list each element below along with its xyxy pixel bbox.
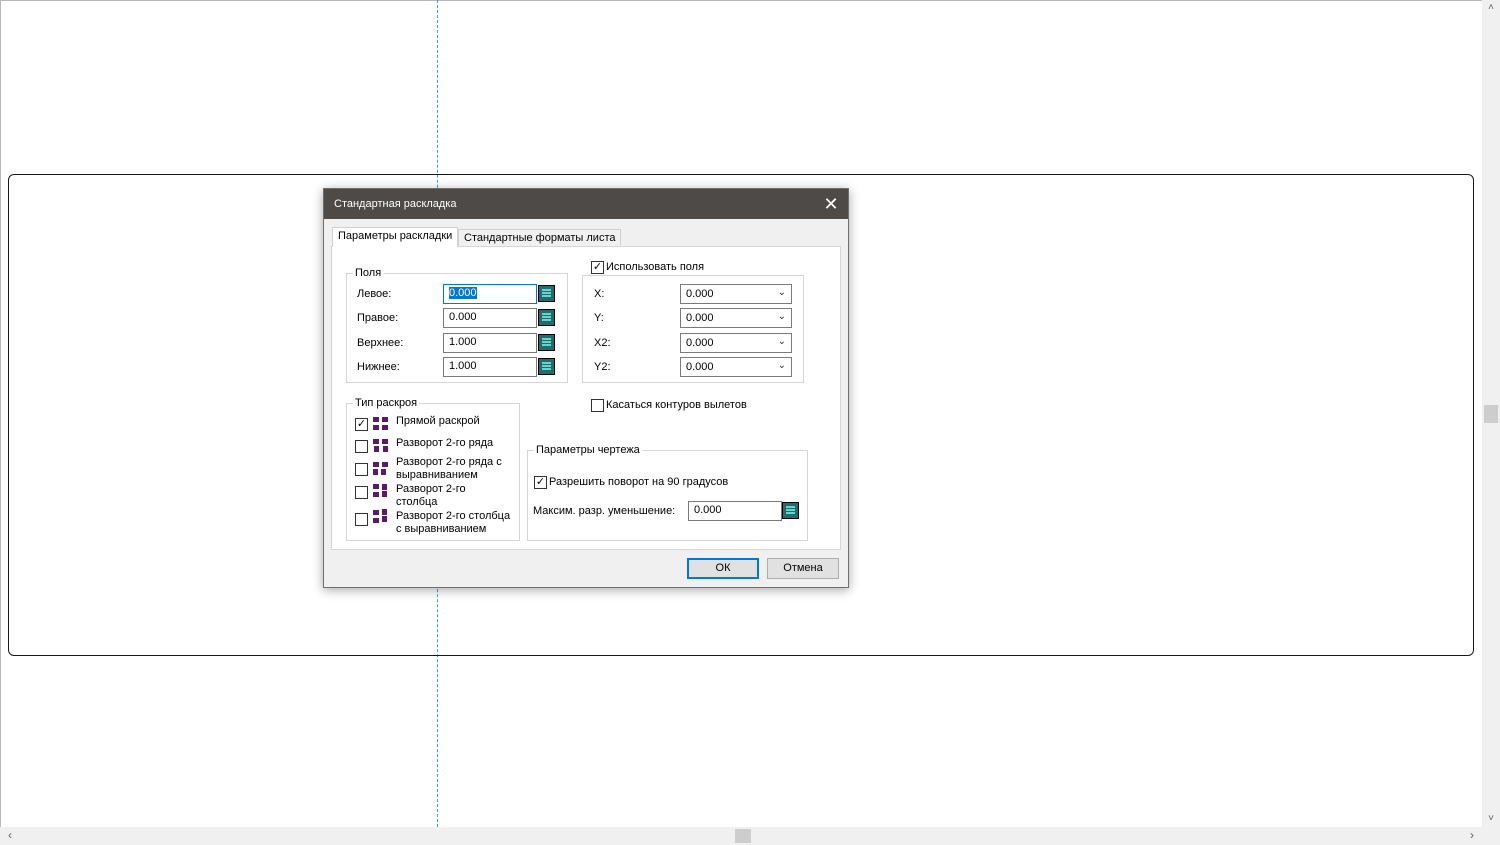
scroll-down-icon[interactable]: ˅: [1482, 811, 1500, 827]
row2-turn-label: Разворот 2-го ряда: [396, 437, 494, 449]
chevron-down-icon: ⌄: [777, 360, 786, 371]
row2-align-icon: [373, 462, 388, 475]
y2-combo[interactable]: 0.000 ⌄: [680, 357, 792, 377]
scroll-right-icon[interactable]: ›: [1464, 827, 1480, 845]
col2-align-label-line2: с выравниванием: [396, 523, 487, 535]
col2-turn-icon: [373, 484, 387, 497]
chevron-down-icon: ⌄: [777, 336, 786, 347]
col2-turn-label-line1: Разворот 2-го: [396, 483, 466, 495]
col2-turn-checkbox[interactable]: [355, 486, 368, 499]
touch-contours-checkbox[interactable]: [591, 399, 604, 412]
x2-combo[interactable]: 0.000 ⌄: [680, 333, 792, 353]
calculator-icon[interactable]: [538, 285, 555, 302]
max-reduction-input[interactable]: 0.000: [688, 501, 782, 521]
chevron-down-icon: ⌄: [777, 287, 786, 298]
direct-cut-checkbox[interactable]: ✓: [355, 418, 368, 431]
scroll-up-icon[interactable]: ˄: [1482, 0, 1500, 16]
ok-button[interactable]: ОК: [687, 558, 759, 579]
y2-label: Y2:: [594, 361, 611, 373]
x2-label: X2:: [594, 337, 611, 349]
vertical-scroll-thumb[interactable]: [1484, 405, 1498, 423]
canvas-top-border: [0, 0, 1482, 1]
tab-layout-params[interactable]: Параметры раскладки: [332, 227, 459, 247]
drawing-params-legend: Параметры чертежа: [534, 444, 642, 456]
allow-rotation-checkbox[interactable]: ✓: [534, 476, 547, 489]
touch-contours-label: Касаться контуров вылетов: [606, 399, 747, 411]
margin-left-label: Левое:: [357, 288, 392, 300]
scroll-left-icon[interactable]: ‹: [2, 827, 18, 845]
vertical-scrollbar[interactable]: ˄ ˅: [1482, 0, 1500, 827]
max-reduction-label: Максим. разр. уменьшение:: [533, 505, 676, 517]
y-label: Y:: [594, 312, 604, 324]
use-fields-label: Использовать поля: [606, 261, 705, 273]
y2-value: 0.000: [686, 361, 714, 373]
canvas-left-border: [0, 0, 1, 827]
direct-cut-icon: [373, 417, 388, 430]
col2-turn-label-line2: столбца: [396, 496, 438, 508]
col2-align-icon: [373, 509, 387, 523]
margins-legend: Поля: [353, 267, 384, 279]
margin-top-label: Верхнее:: [357, 337, 404, 349]
calculator-icon[interactable]: [538, 334, 555, 351]
y-value: 0.000: [686, 312, 714, 324]
col2-align-label-line1: Разворот 2-го столбца: [396, 510, 511, 522]
standard-layout-dialog: Стандартная раскладка ✕ Параметры раскла…: [323, 188, 849, 588]
allow-rotation-label: Разрешить поворот на 90 градусов: [549, 476, 729, 488]
row2-align-label-line2: выравниванием: [396, 469, 478, 481]
dialog-titlebar[interactable]: Стандартная раскладка ✕: [324, 189, 848, 219]
direct-cut-label: Прямой раскрой: [396, 415, 480, 427]
col2-align-checkbox[interactable]: [355, 513, 368, 526]
x-label: X:: [594, 288, 605, 300]
calculator-icon[interactable]: [538, 309, 555, 326]
row2-align-label-line1: Разворот 2-го ряда с: [396, 456, 502, 468]
chevron-down-icon: ⌄: [777, 311, 786, 322]
margin-left-input[interactable]: 0.000: [443, 284, 537, 304]
close-icon[interactable]: ✕: [814, 189, 848, 219]
horizontal-scroll-thumb[interactable]: [735, 829, 751, 843]
cancel-button[interactable]: Отмена: [767, 558, 839, 579]
y-combo[interactable]: 0.000 ⌄: [680, 308, 792, 328]
margin-top-input[interactable]: 1.000: [443, 333, 537, 353]
cut-type-legend: Тип раскроя: [353, 397, 420, 409]
dialog-title: Стандартная раскладка: [334, 198, 457, 210]
x2-value: 0.000: [686, 337, 714, 349]
scrollbar-corner: [1482, 827, 1500, 845]
x-value: 0.000: [686, 288, 714, 300]
drawing-params-group: Параметры чертежа: [527, 444, 808, 541]
row2-turn-checkbox[interactable]: [355, 440, 368, 453]
tab-sheet-formats[interactable]: Стандартные форматы листа: [458, 229, 622, 247]
margin-left-value: 0.000: [449, 287, 477, 299]
margin-right-label: Правое:: [357, 312, 399, 324]
margin-right-input[interactable]: 0.000: [443, 308, 537, 328]
use-fields-checkbox[interactable]: ✓: [591, 261, 604, 274]
margin-bottom-label: Нижнее:: [357, 361, 400, 373]
tab-panel-layout-params: Поля Левое: 0.000 Правое: 0.000 Верхнее:…: [331, 246, 841, 550]
row2-align-checkbox[interactable]: [355, 463, 368, 476]
x-combo[interactable]: 0.000 ⌄: [680, 284, 792, 304]
horizontal-scrollbar[interactable]: ‹ ›: [0, 827, 1482, 845]
calculator-icon[interactable]: [538, 358, 555, 375]
row2-turn-icon: [373, 439, 388, 452]
calculator-icon[interactable]: [782, 502, 799, 519]
margin-bottom-input[interactable]: 1.000: [443, 357, 537, 377]
